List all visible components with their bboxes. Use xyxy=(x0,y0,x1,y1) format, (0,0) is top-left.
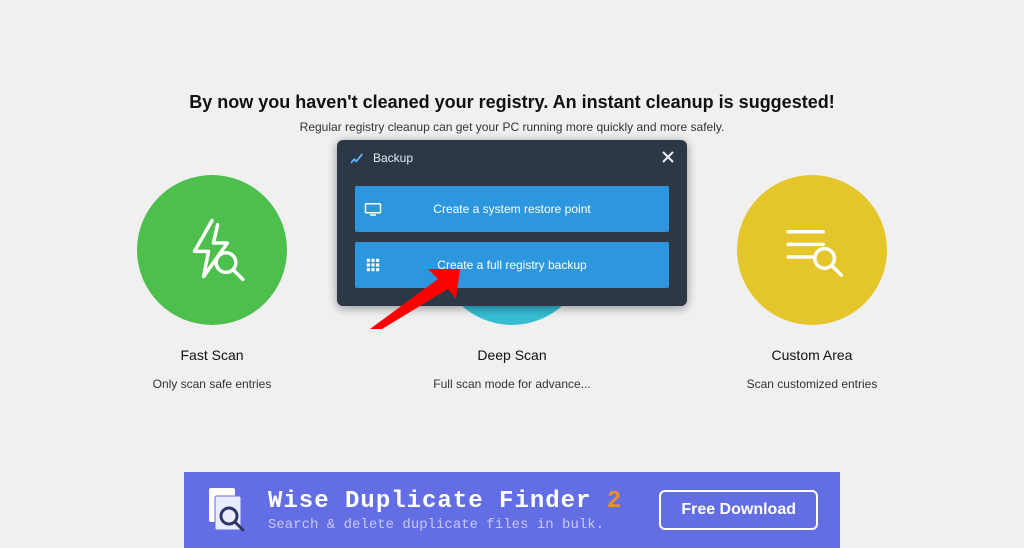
backup-dialog-title: Backup xyxy=(373,151,413,165)
ad-title: Wise Duplicate Finder 2 xyxy=(268,488,659,515)
create-restore-point-button[interactable]: Create a system restore point xyxy=(355,186,669,232)
custom-area-icon xyxy=(737,175,887,325)
page-headline: By now you haven't cleaned your registry… xyxy=(0,92,1024,113)
close-button[interactable] xyxy=(649,140,687,176)
fast-scan-title: Fast Scan xyxy=(132,347,292,363)
ad-title-number: 2 xyxy=(607,488,622,515)
fast-scan-icon xyxy=(137,175,287,325)
backup-dialog-header: Backup xyxy=(337,140,687,176)
create-full-backup-label: Create a full registry backup xyxy=(391,258,669,272)
ad-banner[interactable]: Wise Duplicate Finder 2 Search & delete … xyxy=(184,472,840,548)
ad-title-text: Wise Duplicate Finder xyxy=(268,488,607,515)
duplicate-files-icon xyxy=(184,486,268,534)
custom-area-desc: Scan customized entries xyxy=(732,377,892,391)
custom-area-title: Custom Area xyxy=(732,347,892,363)
ad-subtitle: Search & delete duplicate files in bulk. xyxy=(268,517,659,533)
ad-text: Wise Duplicate Finder 2 Search & delete … xyxy=(268,488,659,533)
monitor-icon xyxy=(355,202,391,216)
deep-scan-title: Deep Scan xyxy=(432,347,592,363)
grid-icon xyxy=(355,258,391,272)
close-icon xyxy=(662,151,674,166)
free-download-button[interactable]: Free Download xyxy=(659,490,818,530)
fast-scan-desc: Only scan safe entries xyxy=(132,377,292,391)
custom-area-option[interactable]: Custom Area Scan customized entries xyxy=(732,175,892,391)
create-restore-point-label: Create a system restore point xyxy=(391,202,669,216)
deep-scan-desc: Full scan mode for advance... xyxy=(432,377,592,391)
fast-scan-option[interactable]: Fast Scan Only scan safe entries xyxy=(132,175,292,391)
create-full-backup-button[interactable]: Create a full registry backup xyxy=(355,242,669,288)
brush-icon xyxy=(349,150,365,166)
backup-dialog: Backup Create a system restore point xyxy=(337,140,687,306)
page-subtext: Regular registry cleanup can get your PC… xyxy=(0,120,1024,134)
